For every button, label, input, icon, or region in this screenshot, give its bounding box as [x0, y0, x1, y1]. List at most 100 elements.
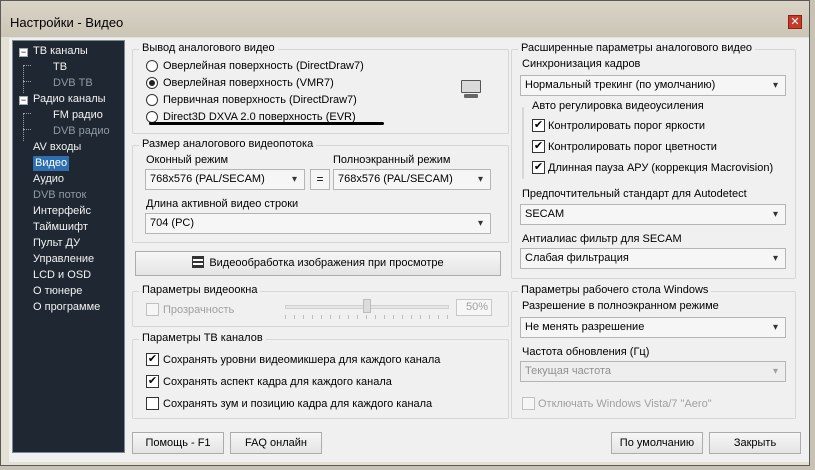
film-icon — [192, 256, 205, 268]
active-line-label: Длина активной видео строки — [146, 198, 299, 210]
help-button[interactable]: Помощь - F1 — [132, 432, 224, 454]
long-pause-label[interactable]: Длинная пауза АРУ (коррекция Macrovision… — [548, 162, 773, 174]
tree-item-audio[interactable]: Аудио — [33, 172, 64, 187]
chevron-down-icon: ▾ — [772, 366, 779, 377]
save-zoom-label[interactable]: Сохранять зум и позицию кадра для каждог… — [163, 398, 432, 410]
antialias-value: Слабая фильтрация — [525, 252, 629, 264]
standard-value: SECAM — [525, 208, 565, 220]
windowed-mode-label: Оконный режим — [146, 154, 229, 166]
tree-item-control[interactable]: Управление — [33, 252, 94, 267]
long-pause-checkbox[interactable]: ✔ — [532, 161, 545, 174]
agc-group: Авто регулировка видеоусиления — [522, 100, 707, 179]
tree-item-tv[interactable]: ТВ — [53, 60, 67, 75]
tree-item-radio-channels[interactable]: Радио каналы — [33, 92, 106, 107]
settings-window: Настройки - Видео ✕ − ТВ каналы ТВ DVB Т… — [0, 0, 810, 466]
tree-item-remote[interactable]: Пульт ДУ — [33, 236, 80, 251]
refresh-label: Частота обновления (Гц) — [522, 346, 650, 358]
antialias-select[interactable]: Слабая фильтрация ▾ — [520, 248, 786, 269]
chevron-down-icon: ▾ — [477, 218, 484, 229]
radio-primary-ddraw7[interactable] — [146, 94, 158, 106]
settings-tree[interactable]: − ТВ каналы ТВ DVB ТВ − Радио каналы FM … — [12, 40, 125, 453]
tree-item-fm-radio[interactable]: FM радио — [53, 108, 103, 123]
video-processing-label: Видеообработка изображения при просмотре — [209, 257, 444, 269]
collapse-radio-icon[interactable]: − — [19, 96, 28, 105]
sync-select[interactable]: Нормальный трекинг (по умолчанию) ▾ — [520, 75, 786, 96]
sync-label: Синхронизация кадров — [522, 58, 641, 70]
chevron-down-icon: ▾ — [291, 174, 298, 185]
tree-item-lcd-osd[interactable]: LCD и OSD — [33, 268, 91, 283]
desktop-title: Параметры рабочего стола Windows — [518, 284, 712, 296]
antialias-label: Антиалиас фильтр для SECAM — [522, 233, 682, 245]
tree-item-av-inputs[interactable]: AV входы — [33, 140, 81, 155]
analog-output-title: Вывод аналогового видео — [139, 42, 278, 54]
chevron-down-icon: ▾ — [772, 253, 779, 264]
transparency-checkbox[interactable] — [146, 303, 159, 316]
monitor-icon — [460, 80, 482, 100]
faq-online-button[interactable]: FAQ онлайн — [230, 432, 322, 454]
disable-aero-checkbox[interactable] — [522, 397, 535, 410]
advanced-title: Расширенные параметры аналогового видео — [518, 42, 756, 54]
active-line-select[interactable]: 704 (PC) ▾ — [145, 213, 491, 234]
fullscreen-mode-label: Полноэкранный режим — [333, 154, 451, 166]
radio-label-overlay-vmr7[interactable]: Оверлейная поверхность (VMR7) — [163, 77, 334, 89]
refresh-select[interactable]: Текущая частота ▾ — [520, 361, 786, 382]
active-line-value: 704 (PC) — [150, 217, 195, 229]
brightness-threshold-label[interactable]: Контролировать порог яркости — [548, 120, 705, 132]
close-window-button[interactable]: ✕ — [788, 15, 802, 29]
title-bar: Настройки - Видео ✕ — [1, 1, 809, 37]
chroma-threshold-label[interactable]: Контролировать порог цветности — [548, 141, 717, 153]
save-mixer-levels-checkbox[interactable]: ✔ — [146, 353, 159, 366]
chevron-down-icon: ▾ — [772, 209, 779, 220]
chevron-down-icon: ▾ — [772, 80, 779, 91]
windowed-mode-value: 768x576 (PAL/SECAM) — [150, 173, 265, 185]
tree-item-dvb-stream[interactable]: DVB поток — [33, 188, 86, 203]
tree-item-interface[interactable]: Интерфейс — [33, 204, 91, 219]
transparency-label: Прозрачность — [163, 304, 235, 316]
slider-ticks — [285, 315, 449, 319]
dialog-client-area: − ТВ каналы ТВ DVB ТВ − Радио каналы FM … — [9, 38, 809, 462]
chevron-down-icon: ▾ — [477, 174, 484, 185]
resolution-label: Разрешение в полноэкранном режиме — [522, 300, 719, 312]
fullscreen-mode-select[interactable]: 768x576 (PAL/SECAM) ▾ — [333, 169, 491, 190]
tree-item-video[interactable]: Видео — [33, 156, 70, 171]
agc-title: Авто регулировка видеоусиления — [529, 100, 707, 112]
save-aspect-label[interactable]: Сохранять аспект кадра для каждого канал… — [163, 376, 392, 388]
radio-overlay-ddraw7[interactable] — [146, 60, 158, 72]
resolution-select[interactable]: Не менять разрешение ▾ — [520, 317, 786, 338]
save-aspect-checkbox[interactable]: ✔ — [146, 375, 159, 388]
chevron-down-icon: ▾ — [772, 322, 779, 333]
save-mixer-levels-label[interactable]: Сохранять уровни видеомикшера для каждог… — [163, 354, 440, 366]
transparency-slider-thumb[interactable] — [363, 299, 371, 313]
tree-item-dvb-radio[interactable]: DVB радио — [53, 124, 110, 139]
chroma-threshold-checkbox[interactable]: ✔ — [532, 140, 545, 153]
transparency-value: 50% — [456, 299, 492, 316]
radio-label-primary-ddraw7[interactable]: Первичная поверхность (DirectDraw7) — [163, 94, 357, 106]
collapse-tv-icon[interactable]: − — [19, 48, 28, 57]
tv-params-title: Параметры ТВ каналов — [139, 332, 266, 344]
window-title: Настройки - Видео — [10, 15, 124, 30]
video-processing-button[interactable]: Видеообработка изображения при просмотре — [135, 251, 501, 276]
resolution-value: Не менять разрешение — [525, 321, 645, 333]
tree-item-timeshift[interactable]: Таймшифт — [33, 220, 88, 235]
tree-item-dvb-tv[interactable]: DVB ТВ — [53, 76, 93, 91]
radio-overlay-vmr7[interactable] — [146, 77, 158, 89]
video-window-title: Параметры видеоокна — [139, 284, 261, 296]
tree-item-about-program[interactable]: О программе — [33, 300, 100, 315]
standard-label: Предпочтительный стандарт для Autodetect — [522, 188, 747, 200]
fullscreen-mode-value: 768x576 (PAL/SECAM) — [338, 173, 453, 185]
link-sizes-button[interactable]: = — [310, 169, 330, 190]
save-zoom-checkbox[interactable] — [146, 397, 159, 410]
tree-item-about-tuner[interactable]: О тюнере — [33, 284, 82, 299]
close-button[interactable]: Закрыть — [709, 432, 801, 454]
disable-aero-label[interactable]: Отключать Windows Vista/7 "Aero" — [538, 398, 712, 410]
defaults-button[interactable]: По умолчанию — [611, 432, 703, 454]
radio-label-overlay-ddraw7[interactable]: Оверлейная поверхность (DirectDraw7) — [163, 60, 364, 72]
highlight-underline — [149, 122, 384, 125]
tree-item-tv-channels[interactable]: ТВ каналы — [33, 44, 88, 59]
standard-select[interactable]: SECAM ▾ — [520, 204, 786, 225]
refresh-value: Текущая частота — [525, 365, 612, 377]
brightness-threshold-checkbox[interactable]: ✔ — [532, 119, 545, 132]
stream-size-title: Размер аналогового видеопотока — [139, 138, 317, 150]
sync-value: Нормальный трекинг (по умолчанию) — [525, 79, 716, 91]
windowed-mode-select[interactable]: 768x576 (PAL/SECAM) ▾ — [145, 169, 305, 190]
